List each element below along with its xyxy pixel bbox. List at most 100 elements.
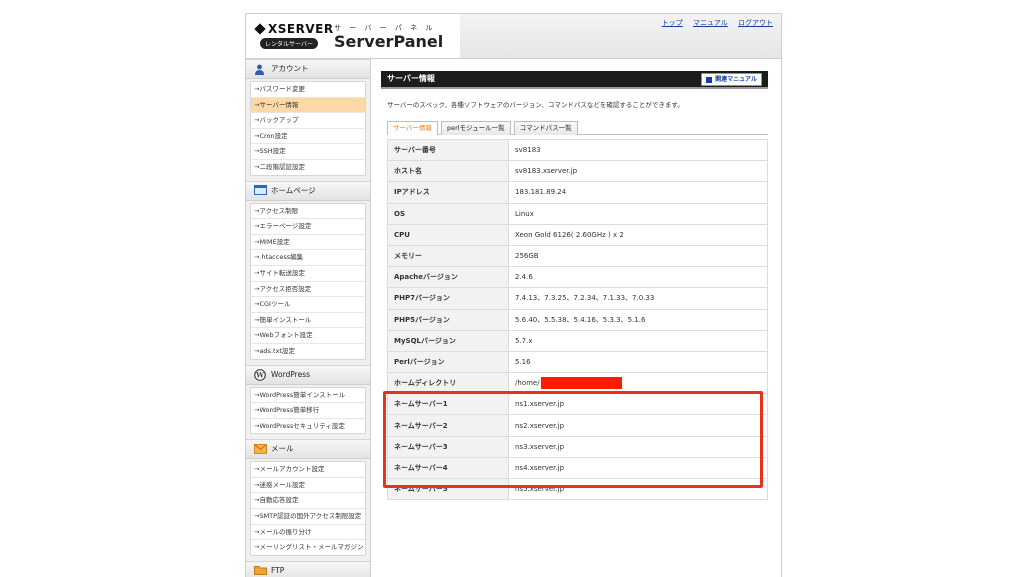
row-value-cell: ns4.xserver.jp xyxy=(508,456,768,480)
row-value: ns4.xserver.jp xyxy=(515,463,565,472)
sidebar-menu-item[interactable]: →ads.txt設定 xyxy=(251,344,365,359)
sidebar-menu-list: →パスワード変更 →サーバー情報 →バックアップ →Cron設定 →SSH設定 →二段階認… xyxy=(250,81,366,176)
sidebar-menu-label: WordPressセキュリティ設定 xyxy=(259,421,345,430)
sidebar-menu-item[interactable]: →Cron設定 xyxy=(251,129,365,145)
sidebar-menu-list: →アクセス制限 →エラーページ設定 →MIME設定 →.htaccess編集 →サイト転… xyxy=(250,202,366,360)
sidebar-section-title: WordPress xyxy=(271,369,311,379)
panel-title: ServerPanel xyxy=(334,32,444,51)
sidebar-menu-item[interactable]: →エラーページ設定 xyxy=(251,219,365,235)
book-icon xyxy=(706,76,713,83)
header-links: トップ マニュアル ログアウト xyxy=(654,18,773,28)
table-row: ネームサーバー2 ns2.xserver.jp xyxy=(387,414,768,437)
sidebar-section-title: メール xyxy=(271,444,294,454)
table-row: PHP5バージョン 5.6.40、5.5.38、5.4.16、5.3.3、5.1.… xyxy=(387,308,768,331)
row-label: Apacheバージョン xyxy=(387,266,509,289)
sidebar-menu-label: メールアカウント設定 xyxy=(259,465,325,474)
sidebar-menu-item[interactable]: →MIME設定 xyxy=(251,235,365,251)
row-label: ネームサーバー5 xyxy=(387,477,509,501)
sidebar-menu-label: サーバー情報 xyxy=(259,100,299,109)
sidebar-section-title: ホームページ xyxy=(271,185,316,195)
sidebar-menu-item[interactable]: →メールの振り分け xyxy=(251,525,365,541)
sidebar-menu-item[interactable]: →WordPress簡単移行 xyxy=(251,403,365,419)
table-row: ホームディレクトリ/home/ xyxy=(387,372,768,395)
sidebar-menu-item[interactable]: →アクセス拒否設定 xyxy=(251,282,365,298)
logo[interactable]: XSERVER レンタルサーバー サ ー バ ー パ ネ ル ServerPan… xyxy=(246,14,460,58)
row-label: ネームサーバー1 xyxy=(387,393,509,416)
row-label: ネームサーバー3 xyxy=(387,435,509,458)
sidebar-menu-label: WordPress簡単インストール xyxy=(259,390,346,399)
sidebar-menu-item[interactable]: →.htaccess編集 xyxy=(251,250,365,266)
top-link[interactable]: トップ xyxy=(662,19,683,27)
row-value-cell: 2.4.6 xyxy=(508,266,768,289)
sidebar-menu-item[interactable]: →CGIツール xyxy=(251,297,365,313)
sidebar-menu-item[interactable]: →WordPressセキュリティ設定 xyxy=(251,419,365,434)
related-manual-button[interactable]: 関連マニュアル xyxy=(701,73,762,86)
sidebar-menu-list: →WordPress簡単インストール →WordPress簡単移行 →WordPre… xyxy=(250,386,366,435)
row-value: Xeon Gold 6126( 2.60GHz ) x 2 xyxy=(515,230,624,239)
table-row: ネームサーバー3 ns3.xserver.jp xyxy=(387,435,768,458)
sidebar-menu-item[interactable]: →メーリングリスト・メールマガジン xyxy=(251,540,365,555)
tab-server-info[interactable]: サーバー情報 xyxy=(387,121,438,135)
sidebar-menu-item[interactable]: →二段階認証設定 xyxy=(251,160,365,175)
table-row: メモリー 256GB xyxy=(387,244,768,268)
row-value-cell: sv8183 xyxy=(508,138,768,162)
sidebar-menu-item[interactable]: →WordPress簡単インストール xyxy=(251,388,365,404)
logout-link[interactable]: ログアウト xyxy=(738,19,773,27)
sidebar-menu-item[interactable]: →迷惑メール設定 xyxy=(251,478,365,494)
row-value-cell: Xeon Gold 6126( 2.60GHz ) x 2 xyxy=(508,223,768,246)
row-value: 5.6.40、5.5.38、5.4.16、5.3.3、5.1.6 xyxy=(515,315,646,324)
server-info-body: サーバー番号 sv8183 ホスト名 sv8183.xserver.jp IPアドレス 1… xyxy=(387,138,768,501)
sidebar-menu-item[interactable]: →サイト転送設定 xyxy=(251,266,365,282)
table-row: CPU Xeon Gold 6126( 2.60GHz ) x 2 xyxy=(387,223,768,246)
row-value: ns5.xserver.jp xyxy=(515,485,565,494)
sidebar-menu-label: CGIツール xyxy=(259,300,291,309)
webpage-icon xyxy=(254,185,267,196)
table-row: Perlバージョン 5.16 xyxy=(387,350,768,374)
sidebar-menu-label: SSH設定 xyxy=(259,147,286,156)
main-content: サーバー情報 関連マニュアル サーバーのスペック、各種ソフトウェアのバージョン、… xyxy=(381,71,768,501)
table-row: OS Linux xyxy=(387,202,768,225)
sidebar-menu-item[interactable]: →アクセス制限 xyxy=(251,204,365,220)
sidebar-menu-label: SMTP認証の国外アクセス制限設定 xyxy=(259,512,362,521)
row-value: /home/ xyxy=(515,379,540,388)
tab-perl-modules[interactable]: perlモジュール一覧 xyxy=(440,121,511,135)
sidebar-menu-label: Cron設定 xyxy=(259,131,288,140)
sidebar-menu-item[interactable]: →バックアップ xyxy=(251,113,365,129)
brand-name: XSERVER xyxy=(268,22,334,36)
sidebar-section-header: ホームページ xyxy=(246,180,370,201)
row-label: MySQLバージョン xyxy=(387,329,509,352)
row-value-cell: 256GB xyxy=(508,244,768,268)
row-value: 183.181.89.24 xyxy=(515,188,567,197)
sidebar-menu-item[interactable]: →メールアカウント設定 xyxy=(251,462,365,478)
row-value-cell: ns1.xserver.jp xyxy=(508,393,768,416)
sidebar-menu-item[interactable]: →パスワード変更 xyxy=(251,82,365,98)
sidebar-menu-list: →メールアカウント設定 →迷惑メール設定 →自動応答設定 →SMTP認証の国外アクセス… xyxy=(250,461,366,556)
table-row: MySQLバージョン 5.7.x xyxy=(387,329,768,352)
row-value-cell: ns3.xserver.jp xyxy=(508,435,768,458)
sidebar-menu-item[interactable]: →自動応答設定 xyxy=(251,493,365,510)
manual-link[interactable]: マニュアル xyxy=(693,19,728,27)
row-label: ホームディレクトリ xyxy=(387,372,509,395)
row-value: ns2.xserver.jp xyxy=(515,421,565,430)
sidebar-menu-item[interactable]: →簡単インストール xyxy=(251,313,365,329)
table-row: ネームサーバー4 ns4.xserver.jp xyxy=(387,456,768,480)
table-row: IPアドレス 183.181.89.24 xyxy=(387,181,768,204)
row-label: ホスト名 xyxy=(387,160,509,183)
sidebar-menu-item[interactable]: →SMTP認証の国外アクセス制限設定 xyxy=(251,509,365,525)
sidebar-menu-label: WordPress簡単移行 xyxy=(259,406,320,415)
tab-command-paths[interactable]: コマンドパス一覧 xyxy=(513,121,578,135)
sidebar-menu-item[interactable]: →Webフォント設定 xyxy=(251,328,365,344)
sidebar-menu-label: 迷惑メール設定 xyxy=(259,480,305,489)
sidebar-menu-item[interactable]: →サーバー情報 xyxy=(251,97,365,114)
sidebar-menu-item[interactable]: →SSH設定 xyxy=(251,144,365,160)
row-value-cell: ns5.xserver.jp xyxy=(508,477,768,501)
sidebar-menu-label: アクセス制限 xyxy=(259,206,299,215)
row-value-cell: 7.4.13、7.3.25、7.2.34、7.1.33、7.0.33 xyxy=(508,287,768,310)
sidebar-menu-label: サイト転送設定 xyxy=(259,268,305,277)
row-label: PHP5バージョン xyxy=(387,308,509,331)
row-label: IPアドレス xyxy=(387,181,509,204)
row-value: ns1.xserver.jp xyxy=(515,400,565,409)
row-value: 5.7.x xyxy=(515,336,533,345)
brand-badge: レンタルサーバー xyxy=(260,38,318,49)
row-value: sv8183.xserver.jp xyxy=(515,167,578,176)
